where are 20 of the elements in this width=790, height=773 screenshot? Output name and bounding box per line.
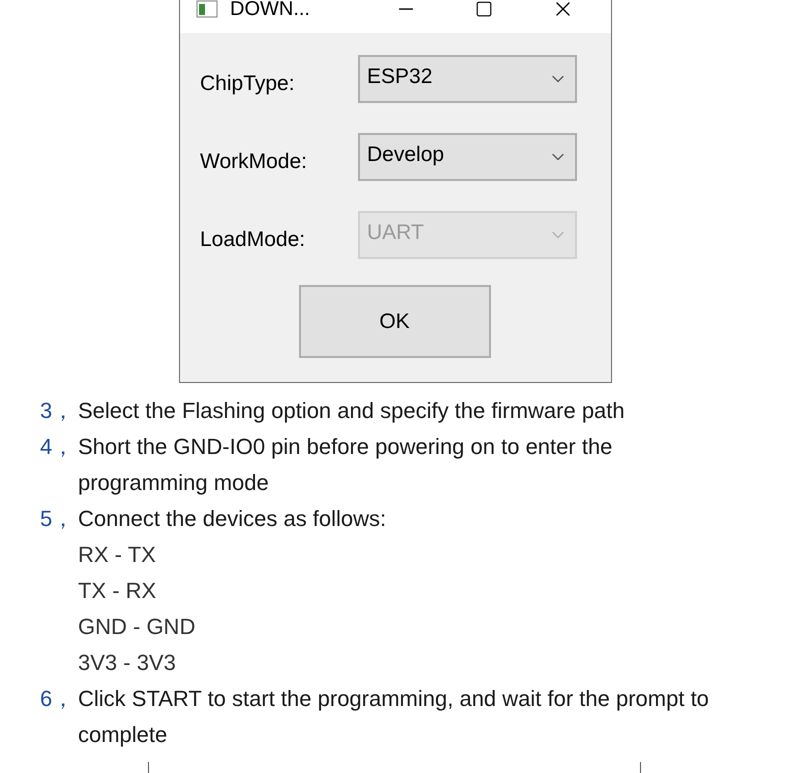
step-text: Select the Flashing option and specify the firmware path — [78, 397, 626, 425]
step-text: Click START to start the programming, and wait for the prompt to complete — [78, 685, 710, 749]
field-label: ChipType: — [200, 71, 296, 98]
step-number: 5， — [40, 505, 76, 533]
dropdown-field[interactable]: ESP32 — [358, 55, 577, 103]
connection-pair: 3V3 - 3V3 — [78, 650, 176, 675]
step-text: Connect the devices as follows: — [78, 505, 388, 533]
step-number: 3， — [40, 397, 76, 425]
field-label: WorkMode: — [200, 149, 308, 176]
connection-pair: TX - RX — [78, 578, 156, 603]
step-number: 6， — [40, 685, 76, 713]
dropdown-field[interactable]: Develop — [358, 133, 577, 181]
step-number: 4， — [40, 433, 76, 461]
ok-button[interactable]: OK — [298, 285, 490, 358]
connection-pair: GND - GND — [78, 614, 196, 639]
window-title: DOWN... — [230, 0, 310, 22]
maximize-icon[interactable] — [475, 0, 493, 18]
connection-pair: RX - TX — [78, 542, 156, 567]
step-text: Short the GND-IO0 pin before powering on to enter the programming mode — [78, 433, 614, 497]
field-label: LoadMode: — [200, 227, 306, 254]
